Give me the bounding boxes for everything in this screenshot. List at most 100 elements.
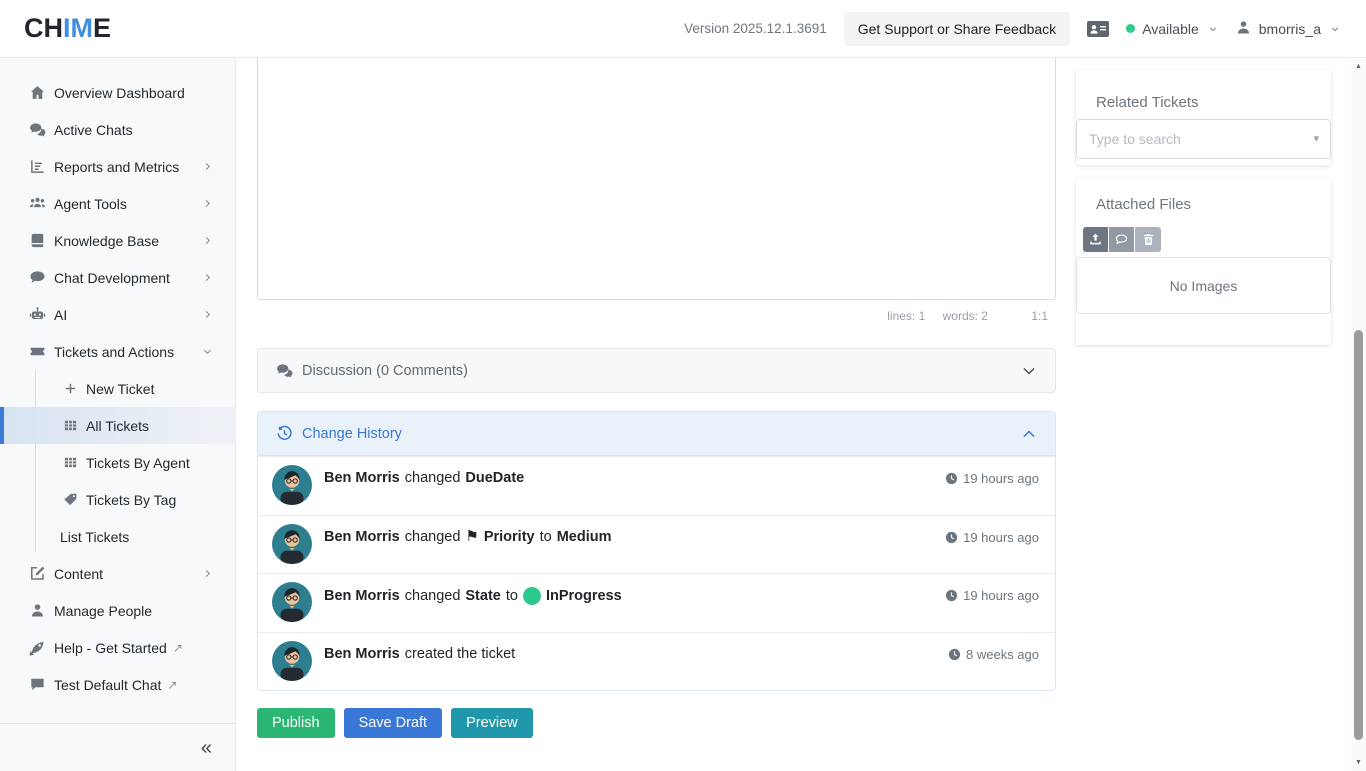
change-history-entry: Ben Morris created the ticket 8 weeks ag… [258, 632, 1055, 691]
sidebar-item-list-tickets[interactable]: List Tickets [0, 518, 235, 555]
sidebar-item-overview-dashboard[interactable]: Overview Dashboard [0, 74, 235, 111]
book-icon [29, 232, 46, 249]
availability-label: Available [1142, 21, 1199, 37]
chat-square-icon [29, 676, 46, 693]
ticket-editor[interactable] [257, 58, 1056, 300]
external-link-icon: ↗ [173, 641, 183, 655]
discussion-title: Discussion (0 Comments) [302, 363, 468, 379]
sidebar-item-tickets-by-agent[interactable]: Tickets By Agent [0, 444, 235, 481]
sidebar-item-content[interactable]: Content [0, 555, 235, 592]
change-entry-text: Ben Morris changed DueDate [324, 470, 524, 486]
inprogress-dot-icon [523, 587, 541, 605]
sidebar-item-tickets-and-actions[interactable]: Tickets and Actions [0, 333, 235, 370]
scrollbar-thumb[interactable] [1354, 330, 1363, 740]
sidebar-item-test-default-chat[interactable]: Test Default Chat ↗ [0, 666, 235, 703]
scroll-up-icon[interactable]: ▲ [1351, 59, 1366, 74]
change-history-header[interactable]: Change History [258, 412, 1055, 456]
chevron-right-icon [202, 568, 213, 579]
publish-button[interactable]: Publish [257, 708, 335, 738]
sidebar-item-reports-and-metrics[interactable]: Reports and Metrics [0, 148, 235, 185]
attached-files-title: Attached Files [1076, 178, 1331, 213]
sidebar-item-new-ticket[interactable]: New Ticket [0, 370, 235, 407]
chevron-right-icon [202, 198, 213, 209]
sidebar-item-help-get-started[interactable]: Help - Get Started ↗ [0, 629, 235, 666]
related-tickets-title: Related Tickets [1076, 70, 1331, 111]
support-feedback-button[interactable]: Get Support or Share Feedback [844, 12, 1070, 46]
sidebar-item-manage-people[interactable]: Manage People [0, 592, 235, 629]
reports-icon [29, 158, 46, 175]
no-images-placeholder: No Images [1076, 257, 1331, 314]
grid-icon [63, 455, 78, 470]
app-window: CHIME Version 2025.12.1.3691 Get Support… [0, 0, 1366, 771]
change-entry-time: 19 hours ago [945, 588, 1039, 603]
robot-icon [29, 306, 46, 323]
change-history-section: Change History Ben Morris changed DueDat… [257, 411, 1056, 691]
chevron-up-icon [1021, 426, 1037, 442]
priority-flag-icon: ⚑ [465, 529, 478, 544]
chevron-right-icon [202, 272, 213, 283]
chime-logo[interactable]: CHIME [24, 13, 111, 44]
chevron-right-icon [202, 161, 213, 172]
save-draft-button[interactable]: Save Draft [344, 708, 443, 738]
version-label: Version 2025.12.1.3691 [684, 21, 827, 36]
upload-icon[interactable] [1083, 227, 1109, 252]
scrollbar[interactable]: ▲ ▼ [1351, 58, 1366, 771]
editor-words-count: words: 2 [943, 309, 988, 323]
editor-lines-count: lines: 1 [887, 309, 925, 323]
preview-button[interactable]: Preview [451, 708, 533, 738]
chevron-down-icon [1021, 363, 1037, 379]
user-avatar [272, 641, 312, 681]
speech-bubble-icon [29, 269, 46, 286]
sidebar-item-ai[interactable]: AI [0, 296, 235, 333]
collapse-sidebar-button[interactable]: « [201, 738, 212, 758]
chevron-down-icon [1330, 24, 1340, 34]
sidebar-item-all-tickets[interactable]: All Tickets [0, 407, 235, 444]
contact-card-icon[interactable] [1087, 21, 1109, 37]
sidebar-item-knowledge-base[interactable]: Knowledge Base [0, 222, 235, 259]
chevron-right-icon [202, 309, 213, 320]
external-link-icon: ↗ [167, 678, 177, 692]
editor-cursor-position: 1:1 [1031, 309, 1048, 323]
discussion-section-header[interactable]: Discussion (0 Comments) [257, 348, 1056, 393]
available-status-icon [1126, 24, 1135, 33]
sidebar-item-chat-development[interactable]: Chat Development [0, 259, 235, 296]
top-header: CHIME Version 2025.12.1.3691 Get Support… [0, 0, 1366, 58]
discussion-chats-icon [276, 362, 293, 379]
availability-menu[interactable]: Available [1126, 21, 1218, 37]
user-avatar [272, 524, 312, 564]
home-icon [29, 84, 46, 101]
grid-icon [63, 418, 78, 433]
chevron-down-icon [202, 346, 213, 357]
change-entry-time: 19 hours ago [945, 530, 1039, 545]
related-tickets-card: Related Tickets ▾ [1076, 70, 1331, 165]
sidebar-footer: « [0, 723, 236, 771]
person-icon [29, 602, 46, 619]
plus-icon [63, 381, 78, 396]
chevron-right-icon [202, 235, 213, 246]
change-entry-time: 19 hours ago [945, 471, 1039, 486]
rocket-icon [29, 639, 46, 656]
sidebar-item-active-chats[interactable]: Active Chats [0, 111, 235, 148]
tag-icon [63, 492, 78, 507]
trash-icon[interactable] [1135, 227, 1161, 252]
ticket-icon [29, 343, 46, 360]
scroll-down-icon[interactable]: ▼ [1351, 755, 1366, 770]
change-entry-text: Ben Morris changed State to InProgress [324, 587, 622, 605]
clock-icon [945, 589, 958, 602]
attached-files-toolbar [1083, 227, 1161, 252]
clock-icon [948, 648, 961, 661]
change-history-entry: Ben Morris changed DueDate 19 hours ago [258, 456, 1055, 515]
related-tickets-search-input[interactable] [1076, 119, 1331, 159]
user-avatar [272, 582, 312, 622]
comment-icon[interactable] [1109, 227, 1135, 252]
action-buttons: Publish Save Draft Preview [257, 708, 533, 738]
agents-icon [29, 195, 46, 212]
clock-icon [945, 531, 958, 544]
attached-files-card: Attached Files No Images [1076, 178, 1331, 345]
user-menu[interactable]: bmorris_a [1235, 19, 1340, 39]
history-icon [276, 425, 293, 442]
sidebar-item-tickets-by-tag[interactable]: Tickets By Tag [0, 481, 235, 518]
sidebar-item-agent-tools[interactable]: Agent Tools [0, 185, 235, 222]
user-icon [1235, 19, 1252, 39]
sidebar-nav: Overview Dashboard Active Chats Reports … [0, 58, 236, 771]
